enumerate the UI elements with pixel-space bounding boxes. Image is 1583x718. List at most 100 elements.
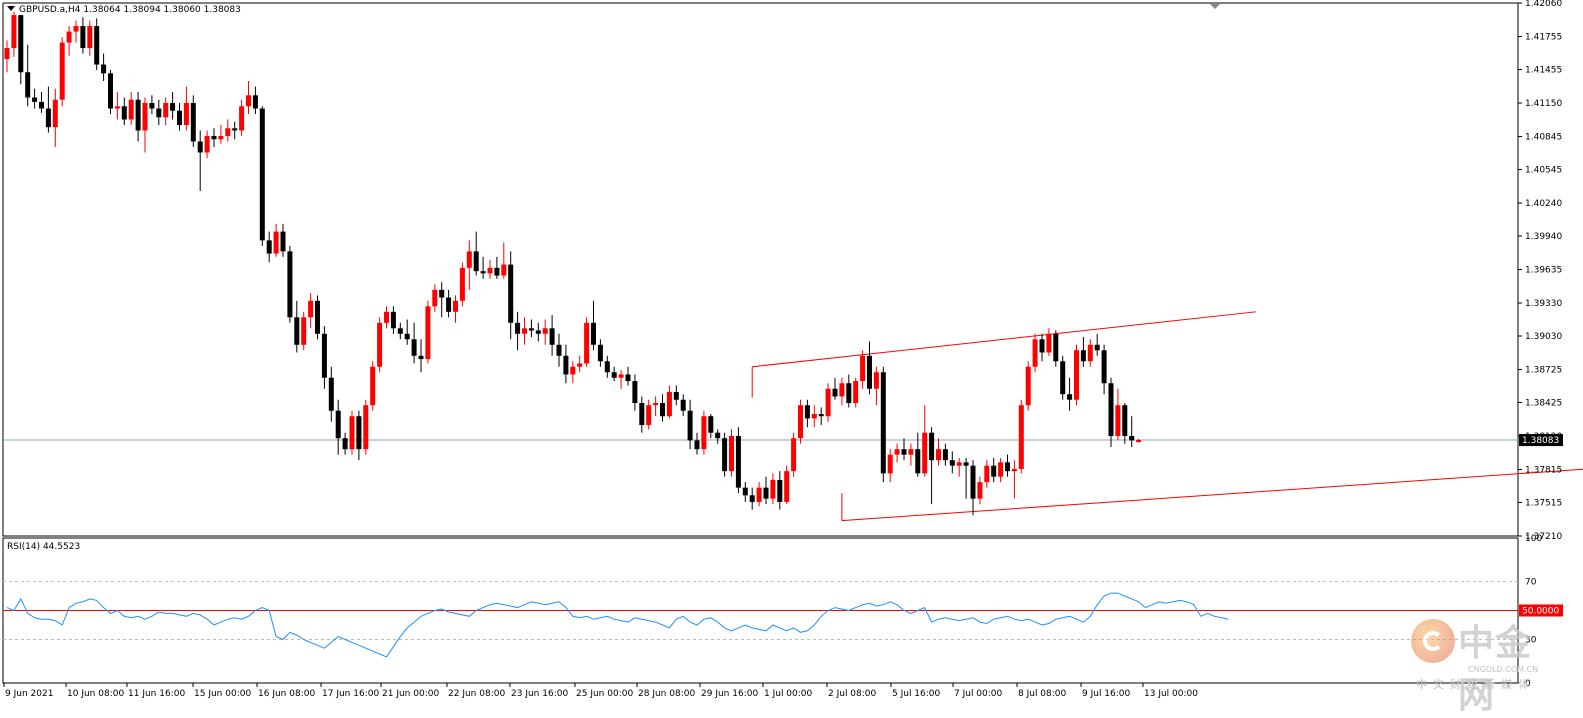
candle [246, 81, 251, 114]
price-tick-label: 1.39940 [1525, 232, 1562, 242]
candle-body [294, 317, 300, 345]
rsi-tick-label: 100 [1525, 534, 1542, 544]
candle [156, 99, 162, 125]
candle-body [356, 416, 362, 450]
candle-body [1060, 361, 1066, 395]
candle [94, 18, 100, 71]
candle-body [929, 432, 935, 461]
candle [653, 396, 659, 417]
price-tick-label: 1.41150 [1525, 99, 1562, 109]
candle-body [480, 271, 486, 274]
candle [204, 130, 210, 158]
candle-body [963, 462, 969, 466]
trading-chart[interactable]: 1.42060 1.41755 1.41455 1.41150 1.40845 1.405… [0, 0, 1583, 712]
candle [66, 26, 72, 56]
rsi-header: RSI(14) 44.5523 [7, 542, 81, 552]
candle [591, 300, 596, 351]
candle [142, 97, 148, 153]
candle [52, 88, 58, 147]
symbol-ohlc-label: GBPUSD.a,H4 1.38064 1.38094 1.38060 1.38… [19, 5, 241, 15]
candle-body [956, 462, 962, 466]
candle [680, 394, 686, 417]
candle [942, 443, 948, 466]
candle [480, 256, 486, 279]
candle-body [349, 416, 355, 450]
candle-body [777, 479, 783, 502]
candle-body [632, 381, 638, 404]
time-tick-label: 8 Jul 08:00 [1018, 689, 1067, 699]
candle-body [494, 267, 500, 276]
time-tick-label: 29 Jun 16:00 [701, 689, 758, 699]
candle-body [1011, 468, 1017, 472]
candle-body [301, 317, 307, 345]
candle [867, 341, 872, 395]
time-tick-label: 25 Jun 00:00 [576, 689, 633, 699]
candle [597, 339, 603, 367]
candle [832, 377, 838, 400]
candle-body [756, 487, 762, 502]
candle-body [846, 383, 852, 404]
candle-body [880, 372, 886, 474]
candle-body [639, 403, 645, 426]
candle-body [508, 264, 514, 323]
candle [804, 399, 810, 428]
time-tick-label: 1 Jul 00:00 [764, 689, 813, 699]
candle [1060, 355, 1066, 400]
candle [1129, 416, 1135, 447]
candle [763, 476, 769, 505]
candle-body [1080, 350, 1086, 362]
candle-body [970, 465, 976, 499]
chevron-down-icon[interactable] [7, 6, 15, 11]
candle [660, 394, 665, 422]
candle-body [439, 289, 445, 298]
candle-body [108, 73, 113, 109]
candle-body [770, 479, 776, 499]
axes: 1.42060 1.41755 1.41455 1.41150 1.40845 1.405… [3, 0, 1563, 699]
candle-body [742, 487, 748, 496]
candle-body [611, 372, 617, 378]
candle [232, 121, 238, 140]
candle-body [287, 251, 293, 318]
time-tick-label: 21 Jun 00:00 [382, 689, 439, 699]
candle [321, 326, 327, 389]
candle [784, 465, 790, 505]
candle-body [246, 95, 251, 107]
time-tick-label: 15 Jun 00:00 [194, 689, 251, 699]
candle-body [584, 322, 590, 364]
candle [873, 366, 879, 406]
candle [1025, 361, 1031, 411]
candle-body [390, 311, 396, 329]
candle-body [163, 103, 169, 118]
candle-body [991, 465, 997, 477]
candle [114, 92, 120, 120]
candle [963, 457, 969, 499]
candle [770, 473, 776, 505]
candle-body [949, 460, 955, 466]
candle [777, 471, 783, 510]
candle [1087, 339, 1093, 367]
candle [239, 99, 245, 136]
candle-body [901, 449, 907, 455]
candle [708, 414, 714, 439]
price-tick-label: 1.39330 [1525, 299, 1562, 309]
candle [390, 306, 396, 334]
candle [128, 92, 134, 125]
candle [473, 231, 479, 276]
candle [135, 92, 141, 142]
price-channel[interactable] [751, 311, 1583, 522]
candle [577, 355, 583, 373]
candle-body [680, 399, 686, 411]
candle [508, 251, 514, 340]
candle-body [183, 103, 189, 125]
candle-body [867, 355, 872, 389]
candle-body [853, 381, 859, 404]
candle-body [1129, 435, 1135, 441]
candle [177, 103, 182, 131]
rsi-tick-label: 30 [1525, 636, 1537, 646]
candle [694, 432, 700, 455]
candle-body [515, 322, 521, 334]
candle [190, 95, 196, 147]
symbol-header[interactable]: GBPUSD.a,H4 1.38064 1.38094 1.38060 1.38… [7, 5, 241, 15]
candle-body [94, 26, 100, 65]
candle [183, 86, 189, 131]
